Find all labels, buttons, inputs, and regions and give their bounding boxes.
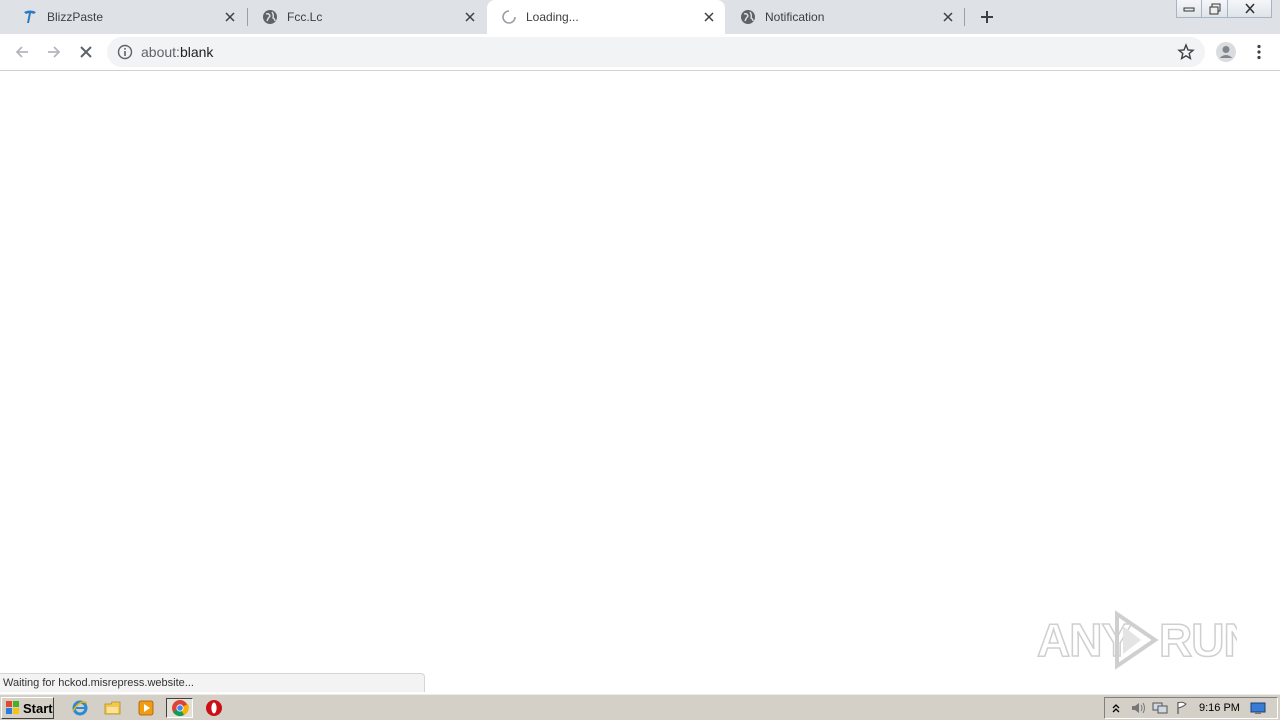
anyrun-logo: ANY RUN [1037,610,1237,670]
tab-fcc-lc[interactable]: Fcc.Lc [248,0,486,34]
clock[interactable]: 9:16 PM [1199,702,1247,714]
avatar-icon [1216,42,1236,62]
globe-icon [262,9,278,25]
minimize-icon [1183,7,1195,11]
start-label: Start [23,700,53,716]
tab-title: Fcc.Lc [287,10,323,24]
start-button[interactable]: Start [1,697,54,719]
back-arrow-icon [15,46,28,58]
blizzpaste-icon [22,9,38,25]
close-icon[interactable] [940,9,956,25]
tab-strip: BlizzPaste Fcc.Lc Loading... Notificatio… [0,0,1280,34]
tab-title: Loading... [526,10,579,24]
url-path: blank [179,44,214,60]
chrome-icon [171,700,189,717]
star-icon[interactable] [1177,43,1195,61]
window-close-button[interactable] [1228,0,1272,18]
close-icon[interactable] [701,9,717,25]
ie-launcher[interactable] [69,698,91,718]
kebab-menu-icon [1257,44,1261,60]
ie-icon [72,700,88,716]
stop-icon [80,46,92,58]
new-tab-button[interactable] [976,6,998,28]
minimize-button[interactable] [1176,0,1202,18]
plus-icon [981,11,993,23]
screen: BlizzPaste Fcc.Lc Loading... Notificatio… [0,0,1280,720]
profile-button[interactable] [1214,40,1238,64]
page-content [0,72,1280,692]
info-icon[interactable] [117,44,133,60]
network-icon[interactable] [1149,698,1171,718]
tab-loading[interactable]: Loading... [487,0,725,34]
opera-icon [206,700,222,716]
menu-button[interactable] [1247,40,1271,64]
window-controls [1176,0,1272,18]
close-icon[interactable] [222,9,238,25]
tab-blizzpaste[interactable]: BlizzPaste [8,0,246,34]
stop-button[interactable] [74,40,98,64]
restore-icon [1209,3,1220,14]
volume-icon[interactable] [1127,698,1149,718]
tab-notification[interactable]: Notification [726,0,964,34]
browser-toolbar: about:blank [0,34,1280,71]
back-button[interactable] [10,40,34,64]
show-desktop-icon[interactable] [1247,698,1269,718]
address-bar[interactable]: about:blank [107,37,1205,67]
status-bubble: Waiting for hckod.misrepress.website... [0,673,425,692]
opera-launcher[interactable] [203,698,225,718]
windows-flag-icon [6,701,19,714]
loading-spinner-icon [501,9,517,25]
folder-icon [104,701,121,715]
anyrun-watermark: ANY RUN [1037,606,1237,674]
url-scheme: about: [141,44,180,60]
media-player-launcher[interactable] [135,698,157,718]
taskbar: Start 9:16 PM [0,694,1280,720]
url-text: about:blank [141,44,213,60]
chrome-launcher[interactable] [166,698,193,718]
tab-title: Notification [765,10,825,24]
tab-separator [964,8,965,26]
explorer-launcher[interactable] [102,698,124,718]
system-tray: 9:16 PM [1104,697,1278,719]
media-player-icon [138,700,154,716]
close-icon[interactable] [462,9,478,25]
close-icon [1244,3,1255,14]
forward-button[interactable] [42,40,66,64]
tab-title: BlizzPaste [47,10,104,24]
forward-arrow-icon [48,46,61,58]
globe-icon [740,9,756,25]
action-center-flag-icon[interactable] [1171,698,1193,718]
svg-text:RUN: RUN [1159,614,1237,666]
show-hidden-icon[interactable] [1105,698,1127,718]
restore-button[interactable] [1202,0,1228,18]
